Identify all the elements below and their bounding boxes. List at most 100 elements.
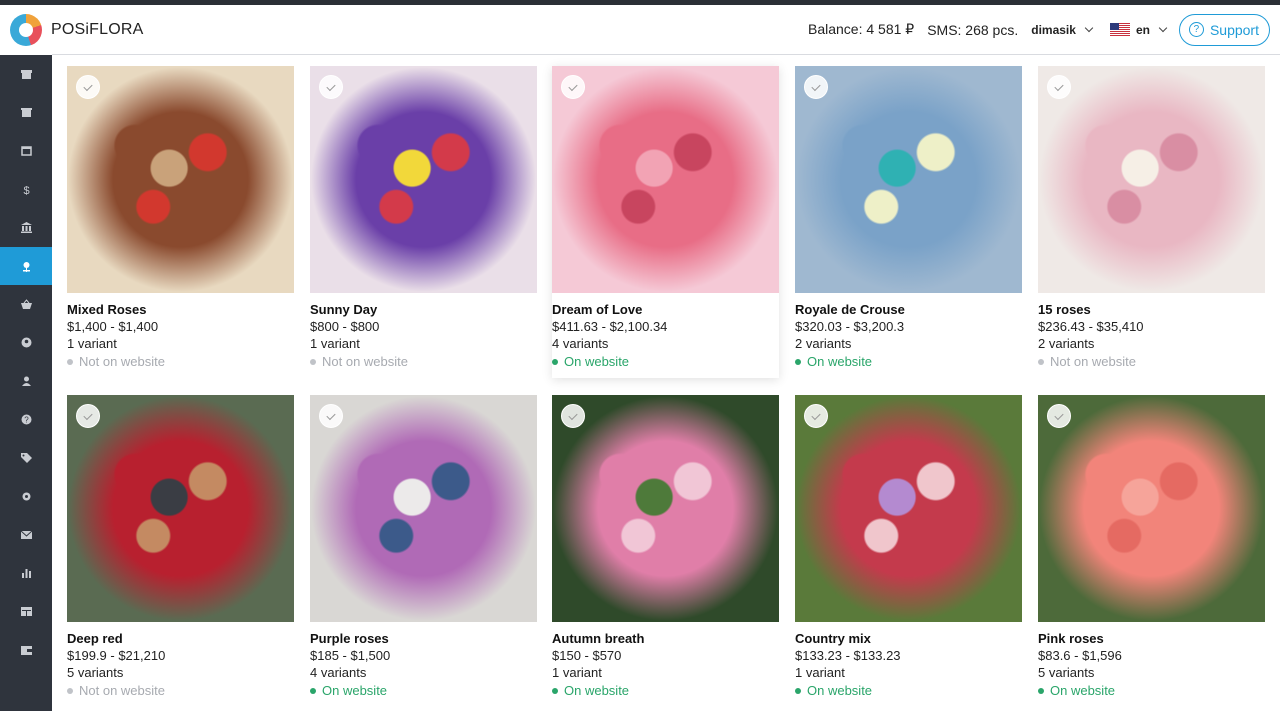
select-checkbox[interactable]: [804, 75, 828, 99]
select-checkbox[interactable]: [561, 75, 585, 99]
sidebar-item-customer[interactable]: [0, 324, 52, 362]
website-status: On website: [795, 353, 1022, 370]
basket-icon: [20, 299, 32, 310]
product-variants: 2 variants: [795, 336, 852, 351]
website-status-label: On website: [807, 354, 873, 369]
product-photo[interactable]: [552, 66, 779, 293]
product-photo[interactable]: [795, 395, 1022, 622]
sidebar-item-flower[interactable]: [0, 246, 52, 286]
header: POSiFLORA Balance: 4 581 ₽ SMS: 268 pcs.…: [51, 5, 1280, 55]
product-card[interactable]: Purple roses $185 - $1,500 4 variants On we…: [310, 395, 537, 699]
sidebar-item-basket[interactable]: [0, 285, 52, 323]
status-dot-icon: [795, 358, 801, 365]
product-photo[interactable]: [310, 395, 537, 622]
posiflora-logo-icon: [10, 14, 42, 46]
select-checkbox[interactable]: [1047, 404, 1071, 428]
website-status-label: On website: [1050, 683, 1116, 698]
chevron-down-icon: [1158, 23, 1168, 33]
website-status-label: On website: [807, 683, 873, 698]
support-label: Support: [1209, 21, 1259, 38]
product-name: Purple roses: [310, 631, 389, 646]
product-variants: 4 variants: [310, 665, 367, 680]
product-price: $185 - $1,500: [310, 648, 391, 663]
product-variants: 2 variants: [1038, 336, 1095, 351]
sidebar: $?: [0, 5, 52, 711]
product-card[interactable]: Autumn breath $150 - $570 1 variant On webs…: [552, 395, 779, 699]
sidebar-item-bank[interactable]: [0, 209, 52, 247]
website-status-label: Not on website: [322, 354, 408, 369]
store-icon: [20, 69, 32, 79]
select-checkbox[interactable]: [804, 404, 828, 428]
product-photo[interactable]: [1038, 395, 1265, 622]
product-variants: 1 variant: [795, 665, 845, 680]
support-button[interactable]: ? Support: [1178, 13, 1270, 46]
mail-icon: [20, 531, 32, 540]
select-checkbox[interactable]: [319, 404, 343, 428]
website-status: On website: [310, 682, 537, 699]
svg-text:$: $: [23, 185, 29, 195]
select-checkbox[interactable]: [76, 75, 100, 99]
sidebar-item-mail[interactable]: [0, 516, 52, 554]
brand-name: POSiFLORA: [51, 20, 144, 38]
status-dot-icon: [552, 358, 558, 365]
product-card[interactable]: Sunny Day $800 - $800 1 variant Not on webs…: [310, 66, 537, 370]
sidebar-item-help[interactable]: ?: [0, 401, 52, 439]
logo[interactable]: [0, 5, 52, 55]
product-price: $236.43 - $35,410: [1038, 319, 1144, 334]
website-status-label: Not on website: [79, 354, 165, 369]
product-card[interactable]: Deep red $199.9 - $21,210 5 variants Not on…: [67, 395, 294, 699]
product-variants: 5 variants: [67, 665, 124, 680]
website-status-label: On website: [322, 683, 388, 698]
product-price: $83.6 - $1,596: [1038, 648, 1122, 663]
website-status: On website: [795, 682, 1022, 699]
website-status-label: On website: [564, 354, 630, 369]
product-card[interactable]: Mixed Roses $1,400 - $1,400 1 variant Not o…: [67, 66, 294, 370]
select-checkbox[interactable]: [561, 404, 585, 428]
sidebar-item-chart[interactable]: [0, 554, 52, 592]
sidebar-item-dollar[interactable]: $: [0, 170, 52, 208]
product-name: Autumn breath: [552, 631, 645, 646]
website-status-label: Not on website: [79, 683, 165, 698]
product-name: Sunny Day: [310, 302, 378, 317]
product-card[interactable]: Dream of Love $411.63 - $2,100.34 4 varian…: [552, 66, 779, 378]
status-dot-icon: [310, 358, 316, 365]
website-status: Not on website: [1038, 353, 1265, 370]
website-status: On website: [552, 682, 779, 699]
product-photo[interactable]: [67, 66, 294, 293]
product-variants: 5 variants: [1038, 665, 1095, 680]
sidebar-item-store[interactable]: [0, 55, 52, 93]
status-dot-icon: [1038, 687, 1044, 694]
product-card[interactable]: Country mix $133.23 - $133.23 1 variant On …: [795, 395, 1022, 699]
sidebar-item-table[interactable]: [0, 592, 52, 630]
product-photo[interactable]: [795, 66, 1022, 293]
sidebar-item-tag[interactable]: [0, 439, 52, 477]
product-card[interactable]: Royale de Crouse $320.03 - $3,200.3 2 vari…: [795, 66, 1022, 370]
product-card[interactable]: Pink roses $83.6 - $1,596 5 variants On web…: [1038, 395, 1265, 699]
sidebar-item-settings[interactable]: [0, 477, 52, 515]
sidebar-item-shop[interactable]: [0, 93, 52, 131]
select-checkbox[interactable]: [1047, 75, 1071, 99]
customer-icon: [21, 337, 31, 348]
website-status: Not on website: [67, 682, 294, 699]
sidebar-item-calendar[interactable]: [0, 132, 52, 170]
product-photo[interactable]: [552, 395, 779, 622]
product-photo[interactable]: [67, 395, 294, 622]
user-menu[interactable]: dimasik: [1031, 23, 1094, 37]
product-name: Deep red: [67, 631, 123, 646]
bank-icon: [20, 222, 32, 234]
language-selector[interactable]: en: [1109, 22, 1168, 37]
product-card[interactable]: 15 roses $236.43 - $35,410 2 variants Not o…: [1038, 66, 1265, 370]
product-name: Mixed Roses: [67, 302, 147, 317]
status-dot-icon: [310, 687, 316, 694]
language-code: en: [1135, 22, 1150, 37]
website-status: Not on website: [67, 353, 294, 370]
select-checkbox[interactable]: [76, 404, 100, 428]
sidebar-item-user[interactable]: [0, 362, 52, 400]
product-photo[interactable]: [1038, 66, 1265, 293]
select-checkbox[interactable]: [319, 75, 343, 99]
product-photo[interactable]: [310, 66, 537, 293]
tag-icon: [20, 452, 32, 463]
us-flag-icon: [1109, 23, 1130, 36]
balance-text: Balance: 4 581 ₽: [807, 21, 915, 37]
sidebar-item-wallet[interactable]: [0, 631, 52, 669]
